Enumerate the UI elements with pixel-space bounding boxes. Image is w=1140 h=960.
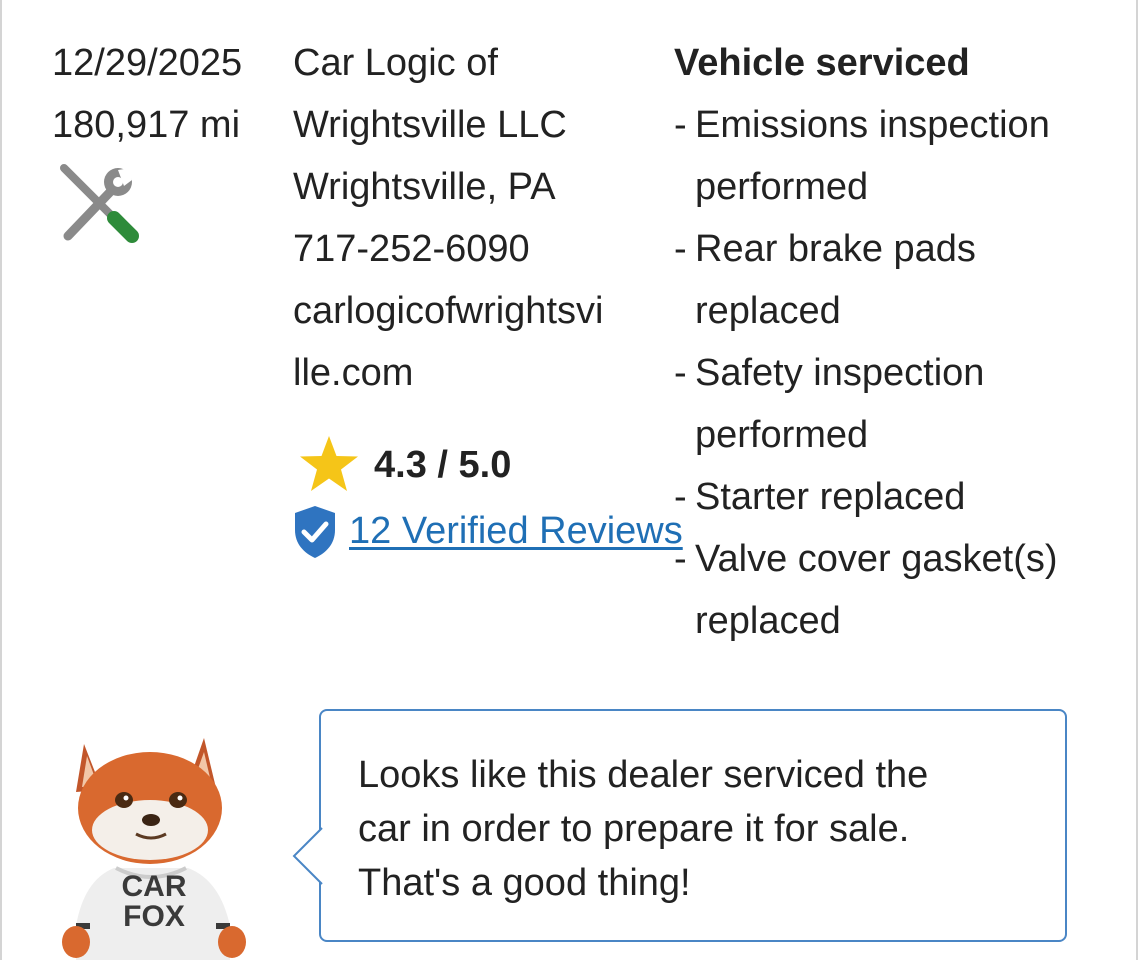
record-mileage: 180,917 mi xyxy=(52,104,241,146)
service-item: - Emissions inspection performed xyxy=(674,94,1058,218)
service-item-text: Emissions inspection xyxy=(695,104,1050,146)
service-item-text: Rear brake pads xyxy=(695,228,976,270)
tools-icon xyxy=(60,164,139,243)
dealer-phone[interactable]: 717-252-6090 xyxy=(293,218,603,280)
service-item: - Safety inspection performed xyxy=(674,342,1058,466)
speech-bubble-tail xyxy=(292,827,323,885)
dealer-name-line1: Car Logic of xyxy=(293,42,498,84)
star-icon xyxy=(300,436,358,491)
dealer-info: Car Logic of Wrightsville LLC Wrightsvil… xyxy=(293,32,603,404)
service-item-text: performed xyxy=(695,166,869,208)
dealer-location: Wrightsville, PA xyxy=(293,166,556,208)
service-item-text: replaced xyxy=(695,290,841,332)
service-item-text: performed xyxy=(695,414,869,456)
record-meta: 12/29/2025 180,917 mi xyxy=(52,32,242,156)
service-item: - Valve cover gasket(s) replaced xyxy=(674,528,1058,652)
verified-shield-icon xyxy=(295,506,335,558)
carfox-message-line2: car in order to prepare it for sale. xyxy=(358,808,910,850)
service-item-text: Valve cover gasket(s) xyxy=(695,538,1058,580)
fox-shirt-line2: FOX xyxy=(123,900,185,933)
dealer-website-line2[interactable]: lle.com xyxy=(293,342,603,404)
service-title: Vehicle serviced xyxy=(674,42,970,84)
fox-shirt-line1: CAR xyxy=(122,870,187,903)
carfox-message: Looks like this dealer serviced the car … xyxy=(358,748,928,910)
service-item: - Rear brake pads replaced xyxy=(674,218,1058,342)
dealer-name-line2: Wrightsville LLC xyxy=(293,104,567,146)
record-date: 12/29/2025 xyxy=(52,42,243,84)
service-item-text: Safety inspection xyxy=(695,352,985,394)
dealer-website-line1[interactable]: carlogicofwrightsvi xyxy=(293,280,603,342)
verified-reviews-link[interactable]: 12 Verified Reviews xyxy=(349,500,683,562)
carfox-mascot: CAR FOX xyxy=(62,738,246,960)
service-item: - Starter replaced xyxy=(674,466,1058,528)
service-item-text: replaced xyxy=(695,600,841,642)
service-details: Vehicle serviced - Emissions inspection … xyxy=(674,32,1058,652)
service-item-text: Starter replaced xyxy=(695,476,966,518)
dealer-rating: 4.3 / 5.0 xyxy=(374,444,512,486)
service-record-card: 12/29/2025 180,917 mi Car Logic of Wrigh… xyxy=(0,0,1138,960)
carfox-message-line3: That's a good thing! xyxy=(358,862,691,904)
carfox-speech-bubble: Looks like this dealer serviced the car … xyxy=(292,708,1072,948)
carfox-message-line1: Looks like this dealer serviced the xyxy=(358,754,929,796)
